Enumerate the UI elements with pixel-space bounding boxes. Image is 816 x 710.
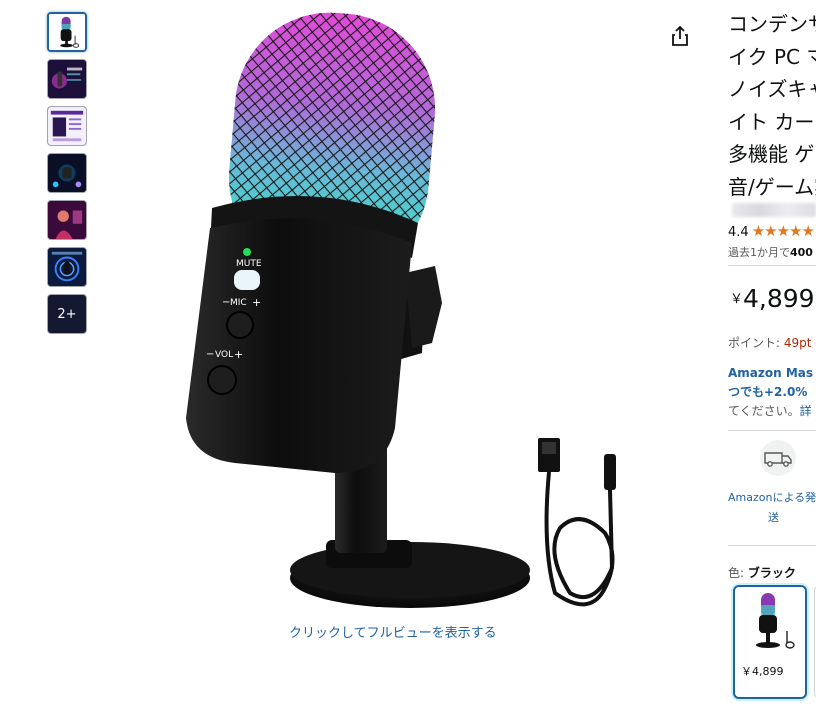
delivery-line-1: Amazonによる発	[728, 491, 816, 504]
promo-line-3: てください。詳	[728, 404, 812, 418]
mic-label: MIC	[230, 298, 247, 308]
bought-count: 過去1か月で400	[728, 244, 813, 260]
thumbnail-pickup-image	[48, 248, 86, 286]
product-title[interactable]: コンデンサーマ イク PC マイク ノイズキャンセ イト カーディオ 多機能 ゲ…	[728, 8, 816, 203]
color-selection-label: 色: ブラック	[728, 564, 796, 581]
thumbnail-mic-image	[49, 14, 85, 50]
thumbnail-2[interactable]	[47, 59, 87, 99]
share-icon[interactable]	[668, 24, 692, 48]
points: ポイント: 49pt	[728, 334, 811, 351]
color-label: 色:	[728, 566, 748, 580]
thumbnail-6[interactable]	[47, 247, 87, 287]
main-product-image[interactable]: MUTE − MIC + − VOL +	[150, 8, 650, 620]
thumbnail-infographic-image	[48, 60, 86, 98]
thumbnail-gamer-image	[48, 201, 86, 239]
rating-value: 4.4	[728, 225, 749, 240]
promo-details-link[interactable]: 詳	[800, 404, 812, 418]
svg-text:+: +	[252, 296, 261, 309]
svg-text:−: −	[206, 349, 214, 360]
thumbnail-4[interactable]	[47, 153, 87, 193]
promo-line-2: つでも+2.0%	[728, 385, 808, 399]
points-value: 49pt	[783, 336, 812, 350]
price-amount: 4,899	[743, 284, 815, 313]
promo-line-1[interactable]: Amazon Mas	[728, 364, 813, 383]
thumbnail-5[interactable]	[47, 200, 87, 240]
thumbnail-usb-image	[48, 154, 86, 192]
divider	[728, 545, 816, 546]
bought-number: 400	[790, 246, 813, 259]
thumbnail-features-image	[48, 107, 86, 145]
title-line: 多機能 ゲーミン	[728, 142, 816, 166]
swatch-mic-image	[756, 593, 795, 649]
promo-text: Amazon Mas つでも+2.0% てください。詳	[728, 364, 813, 421]
mute-label: MUTE	[236, 259, 262, 269]
divider	[728, 430, 816, 431]
star-rating-icon[interactable]: ★★★★★	[752, 222, 815, 240]
product-info-panel: コンデンサーマ イク PC マイク ノイズキャンセ イト カーディオ 多機能 ゲ…	[728, 0, 816, 710]
svg-text:+: +	[234, 348, 243, 361]
delivery-line-2: 送	[768, 511, 779, 524]
title-line: イク PC マイク	[728, 44, 816, 69]
title-line: 音/ゲーム実況/	[728, 174, 816, 199]
vol-label: VOL	[215, 350, 233, 360]
thumbnail-list: 2+	[47, 12, 89, 341]
thumbnail-1[interactable]	[47, 12, 87, 52]
delivery-truck-icon	[760, 440, 796, 476]
thumbnail-3[interactable]	[47, 106, 87, 146]
points-label: ポイント:	[728, 336, 784, 350]
title-line: ノイズキャンセ	[728, 77, 816, 101]
bought-label: 過去1か月で	[728, 246, 790, 259]
color-value: ブラック	[747, 566, 796, 580]
color-swatch-black[interactable]: ￥4,899	[733, 585, 807, 699]
full-view-link[interactable]: クリックしてフルビューを表示する	[289, 622, 497, 641]
more-thumbnails-label: 2+	[57, 306, 77, 322]
price-symbol: ￥	[730, 292, 744, 307]
price: ￥4,899	[730, 284, 815, 313]
more-thumbnails-button[interactable]: 2+	[47, 294, 87, 334]
divider	[728, 265, 816, 266]
title-line: コンデンサーマ	[728, 12, 816, 36]
rating-row[interactable]: 4.4 ★★★★★	[728, 222, 815, 240]
title-line: イト カーディオ	[728, 109, 816, 134]
delivery-label[interactable]: Amazonによる発 送	[728, 488, 816, 528]
swatch-price: ￥4,899	[741, 665, 784, 678]
blurred-brand-link[interactable]	[732, 203, 816, 217]
